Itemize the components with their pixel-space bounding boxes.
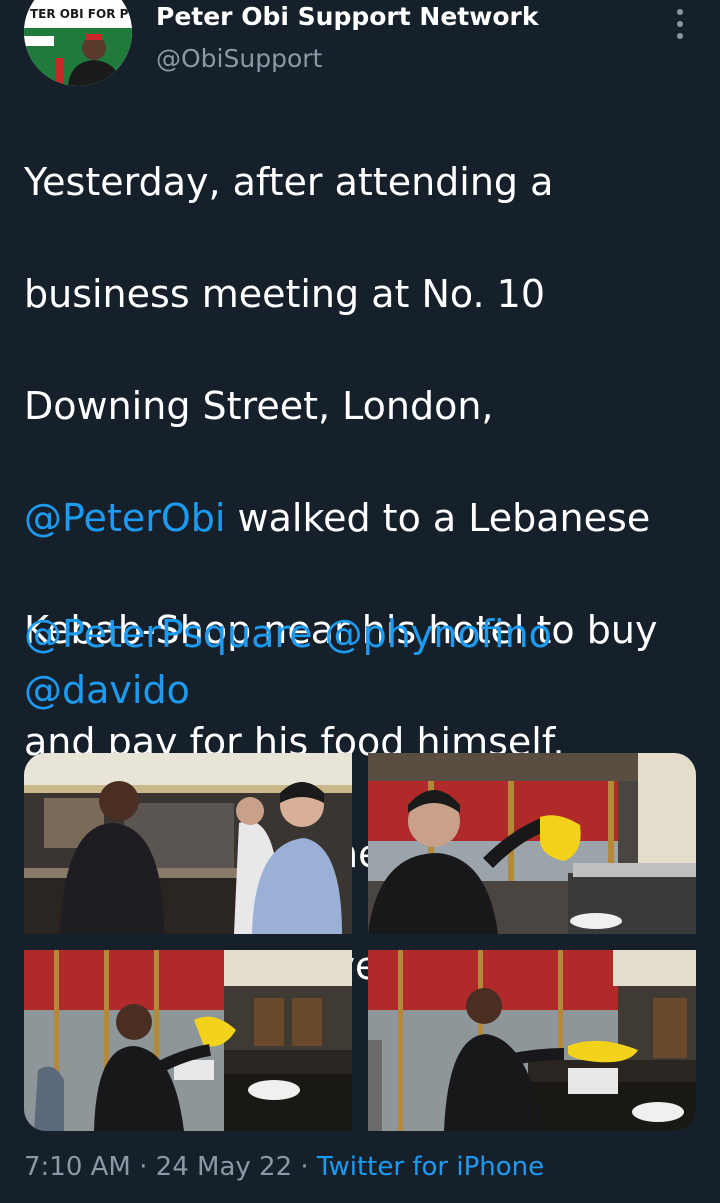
avatar-banner-text: TER OBI FOR P bbox=[30, 7, 129, 21]
author-handle[interactable]: @ObiSupport bbox=[156, 44, 322, 73]
meta-separator: · bbox=[130, 1152, 156, 1182]
tweet-date[interactable]: 24 May 22 bbox=[156, 1152, 292, 1182]
mention-phynofino[interactable]: @phynofino bbox=[325, 612, 552, 656]
photo-4[interactable] bbox=[368, 950, 696, 1131]
photo-1[interactable] bbox=[24, 753, 352, 934]
tweet-line: business meeting at No. 10 bbox=[24, 272, 545, 316]
media-grid bbox=[24, 753, 696, 1131]
photo-3[interactable] bbox=[24, 950, 352, 1131]
tweet-meta: 7:10 AM · 24 May 22 · Twitter for iPhone bbox=[24, 1152, 544, 1182]
mention-peterobi[interactable]: @PeterObi bbox=[24, 496, 225, 540]
profile-avatar[interactable]: TER OBI FOR P bbox=[24, 0, 132, 86]
tweet-time[interactable]: 7:10 AM bbox=[24, 1152, 131, 1182]
meta-separator: · bbox=[292, 1152, 317, 1182]
tweet-line: Downing Street, London, bbox=[24, 384, 494, 428]
photo-2[interactable] bbox=[368, 753, 696, 934]
mentions-block: @PeterPsquare @phynofino @davido bbox=[24, 606, 704, 718]
mention-peterpsquare[interactable]: @PeterPsquare bbox=[24, 612, 313, 656]
vertical-ellipsis-icon[interactable] bbox=[668, 4, 692, 44]
author-name[interactable]: Peter Obi Support Network bbox=[156, 2, 538, 31]
tweet-line-rest: walked to a Lebanese bbox=[225, 496, 651, 540]
mention-davido[interactable]: @davido bbox=[24, 668, 190, 712]
tweet-source[interactable]: Twitter for iPhone bbox=[317, 1152, 544, 1182]
tweet-line: Yesterday, after attending a bbox=[24, 160, 554, 204]
tweet-line: @PeterObi walked to a Lebanese bbox=[24, 490, 704, 546]
